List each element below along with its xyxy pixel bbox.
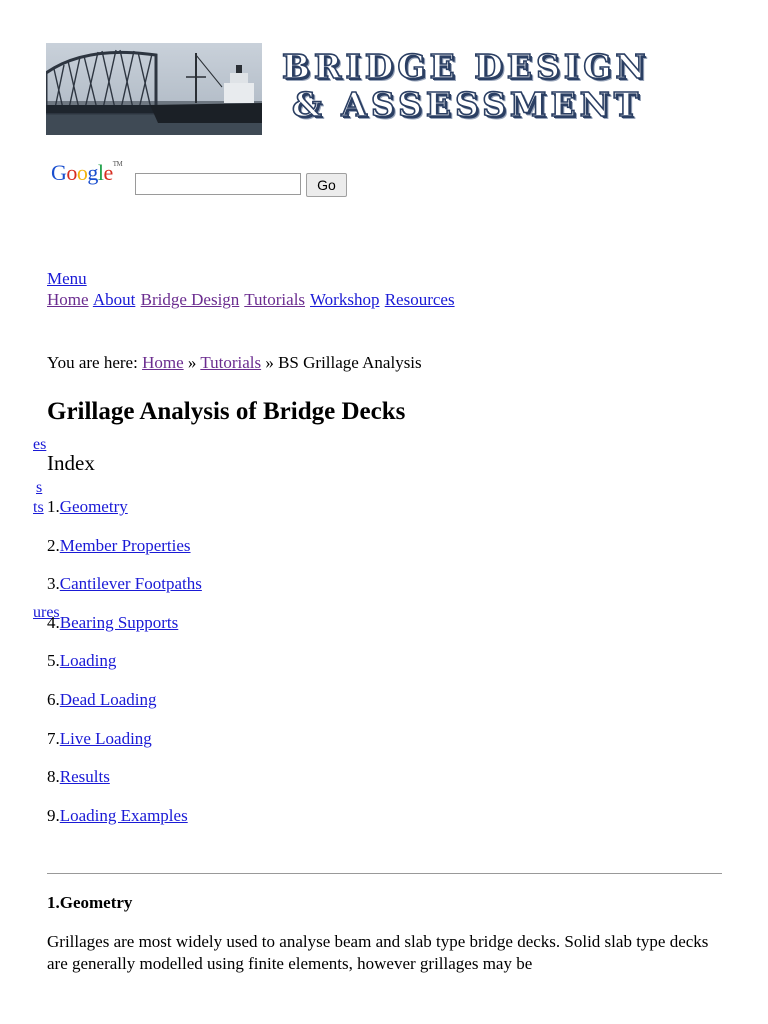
index-item: 3.Cantilever Footpaths bbox=[47, 573, 202, 612]
index-item-number: 9. bbox=[47, 805, 60, 825]
index-item: 6.Dead Loading bbox=[47, 689, 202, 728]
search-input[interactable] bbox=[135, 173, 301, 195]
nav-items: Home About Bridge Design Tutorials Works… bbox=[47, 289, 456, 310]
sidebar-link-clipped[interactable]: s bbox=[36, 479, 42, 497]
index-item: 5.Loading bbox=[47, 650, 202, 689]
sidebar-link-clipped[interactable]: es bbox=[33, 436, 46, 454]
google-letter-o2: o bbox=[76, 160, 88, 185]
index-link-loading-examples[interactable]: Loading Examples bbox=[60, 806, 188, 825]
page: { "banner": { "title_line1": "BRIDGE DES… bbox=[0, 0, 768, 1024]
nav-item-about[interactable]: About bbox=[93, 290, 136, 309]
menu-link[interactable]: Menu bbox=[47, 268, 456, 289]
breadcrumb-separator: » bbox=[187, 353, 197, 372]
index-item: 9.Loading Examples bbox=[47, 805, 202, 844]
index-link-loading[interactable]: Loading bbox=[60, 651, 117, 670]
bridge-ship-image bbox=[46, 43, 262, 135]
google-letter-g: G bbox=[51, 160, 67, 185]
sidebar-link-clipped[interactable]: ts bbox=[33, 499, 44, 517]
breadcrumb-home-link[interactable]: Home bbox=[142, 353, 184, 372]
breadcrumb-prefix: You are here: bbox=[47, 353, 138, 372]
breadcrumb-separator: » bbox=[265, 353, 274, 372]
nav-item-tutorials[interactable]: Tutorials bbox=[244, 290, 305, 309]
nav-item-bridge-design[interactable]: Bridge Design bbox=[141, 290, 240, 309]
breadcrumb: You are here: Home » Tutorials » BS Gril… bbox=[47, 353, 422, 373]
index-link-member-properties[interactable]: Member Properties bbox=[60, 536, 191, 555]
index-item: 7.Live Loading bbox=[47, 728, 202, 767]
index-link-results[interactable]: Results bbox=[60, 767, 110, 786]
google-letter-e: e bbox=[103, 160, 114, 185]
site-title-banner: BRIDGE DESIGN & ASSESSMENT bbox=[281, 47, 732, 125]
index-link-dead-loading[interactable]: Dead Loading bbox=[60, 690, 157, 709]
index-link-bearing-supports[interactable]: Bearing Supports bbox=[60, 613, 179, 632]
nav-item-home[interactable]: Home bbox=[47, 290, 89, 309]
index-link-cantilever-footpaths[interactable]: Cantilever Footpaths bbox=[60, 574, 202, 593]
index-item-number: 2. bbox=[47, 535, 60, 555]
index-item-number: 6. bbox=[47, 689, 60, 709]
site-title-line-1: BRIDGE DESIGN bbox=[281, 47, 650, 87]
index-item: 4.Bearing Supports bbox=[47, 612, 202, 651]
section-paragraph: Grillages are most widely used to analys… bbox=[47, 932, 709, 973]
main-nav: Menu Home About Bridge Design Tutorials … bbox=[47, 268, 456, 310]
google-logo: GoogleTM bbox=[51, 160, 123, 186]
index-item-number: 4. bbox=[47, 612, 60, 632]
breadcrumb-current: BS Grillage Analysis bbox=[278, 353, 422, 372]
index-item-number: 5. bbox=[47, 651, 60, 671]
section-divider bbox=[47, 873, 722, 874]
site-title-line-2: & ASSESSMENT bbox=[291, 85, 643, 125]
index-item: 1.Geometry bbox=[47, 496, 202, 535]
page-title: Grillage Analysis of Bridge Decks bbox=[47, 398, 406, 425]
index-list: 1.Geometry 2.Member Properties 3.Cantile… bbox=[47, 496, 202, 843]
google-letter-o1: o bbox=[66, 160, 77, 185]
search-go-button[interactable]: Go bbox=[306, 173, 347, 197]
index-item-number: 3. bbox=[47, 574, 60, 594]
banner-bridge-photo bbox=[46, 43, 262, 135]
google-trademark: TM bbox=[112, 160, 123, 168]
index-item: 2.Member Properties bbox=[47, 535, 202, 574]
breadcrumb-tutorials-link[interactable]: Tutorials bbox=[200, 353, 261, 372]
index-link-geometry[interactable]: Geometry bbox=[60, 497, 128, 516]
nav-item-resources[interactable]: Resources bbox=[385, 290, 455, 309]
index-item-number: 1. bbox=[47, 497, 60, 516]
index-item-number: 7. bbox=[47, 728, 60, 748]
nav-item-workshop[interactable]: Workshop bbox=[310, 290, 379, 309]
index-item: 8.Results bbox=[47, 766, 202, 805]
section-heading-geometry: 1.Geometry bbox=[47, 893, 133, 912]
google-letter-g2: g bbox=[87, 160, 98, 185]
index-link-live-loading[interactable]: Live Loading bbox=[60, 729, 152, 748]
index-heading: Index bbox=[47, 451, 95, 475]
index-item-number: 8. bbox=[47, 767, 60, 787]
